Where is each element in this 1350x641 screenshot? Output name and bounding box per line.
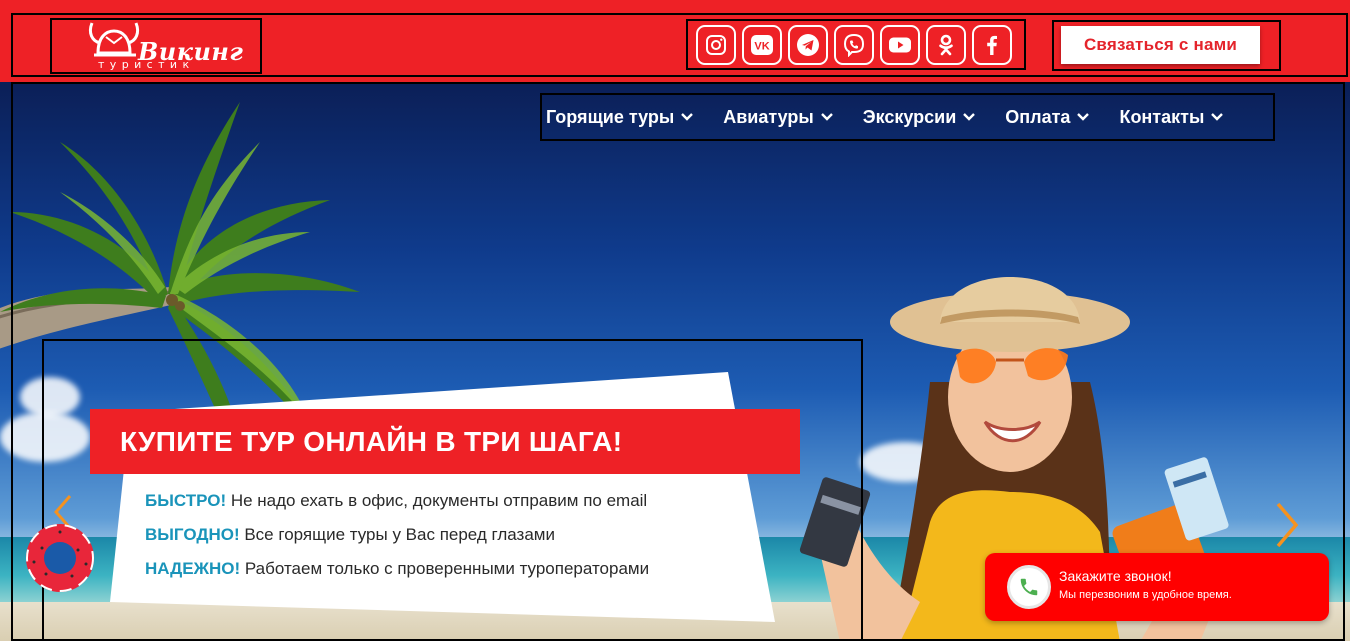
- facebook-icon[interactable]: [972, 25, 1012, 65]
- chevron-down-icon: [1211, 113, 1224, 121]
- contact-container: Связаться с нами: [1052, 20, 1281, 71]
- hero-slider: Горящие туры Авиатуры Экскурсии Оплата К…: [0, 82, 1350, 641]
- callback-widget[interactable]: Закажите звонок! Мы перезвоним в удобное…: [985, 553, 1329, 621]
- slider-next-arrow-icon[interactable]: [1272, 500, 1302, 550]
- site-header: Викинг туристик VK Связаться с нами: [0, 0, 1350, 82]
- svg-text:VK: VK: [754, 41, 769, 53]
- contact-us-button[interactable]: Связаться с нами: [1061, 26, 1260, 64]
- logo-tagline: туристик: [98, 58, 195, 71]
- chevron-down-icon: [1077, 113, 1090, 121]
- info-card-outline: [42, 339, 863, 641]
- nav-item-label: Оплата: [1005, 106, 1071, 127]
- callback-title: Закажите звонок!: [1059, 568, 1172, 584]
- swim-ring-decoration-icon: [26, 524, 94, 592]
- site-logo[interactable]: Викинг туристик: [58, 22, 256, 71]
- chevron-down-icon: [963, 113, 976, 121]
- main-nav: Горящие туры Авиатуры Экскурсии Оплата К…: [540, 93, 1275, 141]
- nav-item-avia-tours[interactable]: Авиатуры: [723, 107, 834, 128]
- chevron-down-icon: [820, 113, 833, 121]
- nav-item-hot-tours[interactable]: Горящие туры: [546, 107, 694, 128]
- nav-item-excursions[interactable]: Экскурсии: [863, 107, 977, 128]
- callback-subtitle: Мы перезвоним в удобное время.: [1059, 589, 1232, 601]
- logo-container: Викинг туристик: [50, 18, 262, 74]
- viber-icon[interactable]: [834, 25, 874, 65]
- nav-item-label: Экскурсии: [862, 106, 957, 127]
- telegram-icon[interactable]: [788, 25, 828, 65]
- youtube-icon[interactable]: [880, 25, 920, 65]
- odnoklassniki-icon[interactable]: [926, 25, 966, 65]
- nav-item-label: Авиатуры: [723, 106, 814, 127]
- phone-call-icon: [1007, 565, 1051, 609]
- viking-helmet-icon: [88, 22, 140, 57]
- nav-item-contacts[interactable]: Контакты: [1119, 107, 1224, 128]
- nav-item-label: Горящие туры: [546, 106, 675, 127]
- social-links: VK: [686, 19, 1026, 70]
- vk-icon[interactable]: VK: [742, 25, 782, 65]
- nav-item-payment[interactable]: Оплата: [1005, 107, 1090, 128]
- instagram-icon[interactable]: [696, 25, 736, 65]
- nav-item-label: Контакты: [1119, 106, 1205, 127]
- chevron-down-icon: [681, 113, 694, 121]
